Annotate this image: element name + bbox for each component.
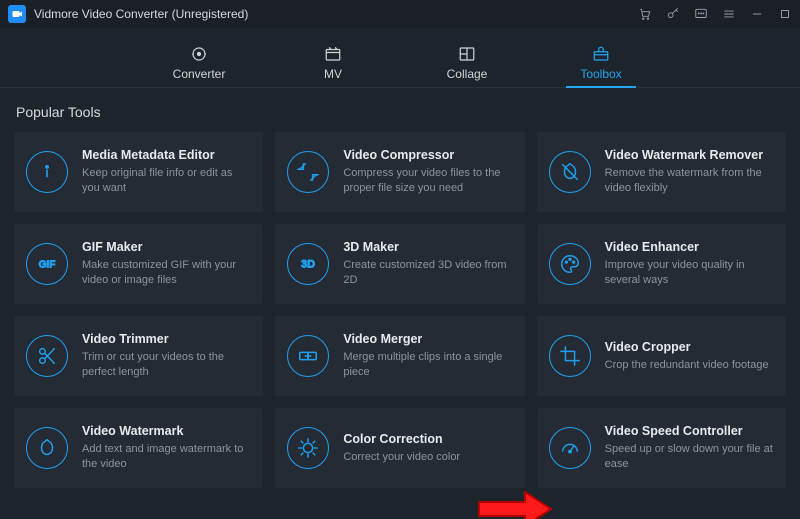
maximize-button[interactable] xyxy=(778,7,792,21)
tool-card-title: Video Watermark xyxy=(82,424,251,438)
tool-card-text: Video Cropper Crop the redundant video fo… xyxy=(605,340,774,373)
nav-label: Collage xyxy=(447,67,488,81)
gif-icon: GIF xyxy=(26,243,68,285)
tool-card-text: Video Merger Merge multiple clips into a … xyxy=(343,332,512,380)
tool-card-title: Video Merger xyxy=(343,332,512,346)
tool-card-video-cropper[interactable]: Video Cropper Crop the redundant video fo… xyxy=(537,316,786,396)
tool-card-text: GIF Maker Make customized GIF with your v… xyxy=(82,240,251,288)
annotation-arrow xyxy=(475,488,555,519)
info-icon xyxy=(26,151,68,193)
tool-card-video-compressor[interactable]: Video Compressor Compress your video file… xyxy=(275,132,524,212)
tool-card-text: Video Enhancer Improve your video quality… xyxy=(605,240,774,288)
tool-card-desc: Remove the watermark from the video flex… xyxy=(605,166,774,196)
tool-card-video-watermark-remover[interactable]: Video Watermark Remover Remove the waterm… xyxy=(537,132,786,212)
tool-card-title: Video Cropper xyxy=(605,340,774,354)
3d-icon: 3D xyxy=(287,243,329,285)
key-icon[interactable] xyxy=(666,7,680,21)
scissors-icon xyxy=(26,335,68,377)
nav-label: MV xyxy=(324,67,342,81)
tool-card-title: 3D Maker xyxy=(343,240,512,254)
tool-card-desc: Trim or cut your videos to the perfect l… xyxy=(82,350,251,380)
tool-card-video-speed-controller[interactable]: Video Speed Controller Speed up or slow d… xyxy=(537,408,786,488)
tool-card-text: Video Trimmer Trim or cut your videos to … xyxy=(82,332,251,380)
window-title: Vidmore Video Converter (Unregistered) xyxy=(34,7,248,21)
tool-card-video-enhancer[interactable]: Video Enhancer Improve your video quality… xyxy=(537,224,786,304)
tool-card-video-watermark[interactable]: Video Watermark Add text and image waterm… xyxy=(14,408,263,488)
tool-card-desc: Correct your video color xyxy=(343,450,512,465)
tool-grid: Media Metadata Editor Keep original file … xyxy=(14,132,786,488)
tool-card-title: Video Compressor xyxy=(343,148,512,162)
nav-label: Toolbox xyxy=(580,67,621,81)
app-logo xyxy=(8,5,26,23)
tool-card-media-metadata-editor[interactable]: Media Metadata Editor Keep original file … xyxy=(14,132,263,212)
tool-card-text: Video Watermark Remover Remove the waterm… xyxy=(605,148,774,196)
tool-card-desc: Create customized 3D video from 2D xyxy=(343,258,512,288)
tool-card-title: Video Trimmer xyxy=(82,332,251,346)
nav-tab-toolbox[interactable]: Toolbox xyxy=(566,45,636,87)
tool-card-video-merger[interactable]: Video Merger Merge multiple clips into a … xyxy=(275,316,524,396)
tool-card-title: Video Watermark Remover xyxy=(605,148,774,162)
tool-card-desc: Crop the redundant video footage xyxy=(605,358,774,373)
tool-card-text: Color Correction Correct your video color xyxy=(343,432,512,465)
section-title: Popular Tools xyxy=(14,104,786,120)
tool-card-title: Video Enhancer xyxy=(605,240,774,254)
tool-card-title: Video Speed Controller xyxy=(605,424,774,438)
tool-card-title: Media Metadata Editor xyxy=(82,148,251,162)
tool-card-text: Video Speed Controller Speed up or slow d… xyxy=(605,424,774,472)
tool-card-title: GIF Maker xyxy=(82,240,251,254)
crop-icon xyxy=(549,335,591,377)
main-nav: Converter MV Collage Toolbox xyxy=(0,28,800,88)
cart-icon[interactable] xyxy=(638,7,652,21)
tool-card-3d-maker[interactable]: 3D 3D Maker Create customized 3D video fro… xyxy=(275,224,524,304)
nav-label: Converter xyxy=(173,67,226,81)
speedometer-icon xyxy=(549,427,591,469)
tool-card-desc: Merge multiple clips into a single piece xyxy=(343,350,512,380)
menu-icon[interactable] xyxy=(722,7,736,21)
tool-card-desc: Improve your video quality in several wa… xyxy=(605,258,774,288)
tool-card-desc: Make customized GIF with your video or i… xyxy=(82,258,251,288)
watermark-remove-icon xyxy=(549,151,591,193)
nav-tab-mv[interactable]: MV xyxy=(298,45,368,87)
tool-card-desc: Speed up or slow down your file at ease xyxy=(605,442,774,472)
nav-tab-collage[interactable]: Collage xyxy=(432,45,502,87)
palette-icon xyxy=(549,243,591,285)
tool-card-gif-maker[interactable]: GIF GIF Maker Make customized GIF with you… xyxy=(14,224,263,304)
content-area: Popular Tools Media Metadata Editor Keep … xyxy=(0,88,800,519)
minimize-button[interactable] xyxy=(750,7,764,21)
tool-card-desc: Keep original file info or edit as you w… xyxy=(82,166,251,196)
color-correction-icon xyxy=(287,427,329,469)
svg-text:3D: 3D xyxy=(301,259,315,271)
tool-card-text: Video Watermark Add text and image waterm… xyxy=(82,424,251,472)
titlebar: Vidmore Video Converter (Unregistered) xyxy=(0,0,800,28)
tool-card-text: 3D Maker Create customized 3D video from … xyxy=(343,240,512,288)
tool-card-video-trimmer[interactable]: Video Trimmer Trim or cut your videos to … xyxy=(14,316,263,396)
merge-icon xyxy=(287,335,329,377)
tool-card-color-correction[interactable]: Color Correction Correct your video color xyxy=(275,408,524,488)
tool-card-title: Color Correction xyxy=(343,432,512,446)
feedback-icon[interactable] xyxy=(694,7,708,21)
tool-card-text: Media Metadata Editor Keep original file … xyxy=(82,148,251,196)
tool-card-text: Video Compressor Compress your video file… xyxy=(343,148,512,196)
compress-icon xyxy=(287,151,329,193)
nav-tab-converter[interactable]: Converter xyxy=(164,45,234,87)
watermark-icon xyxy=(26,427,68,469)
tool-card-desc: Compress your video files to the proper … xyxy=(343,166,512,196)
tool-card-desc: Add text and image watermark to the vide… xyxy=(82,442,251,472)
svg-text:GIF: GIF xyxy=(39,260,56,271)
